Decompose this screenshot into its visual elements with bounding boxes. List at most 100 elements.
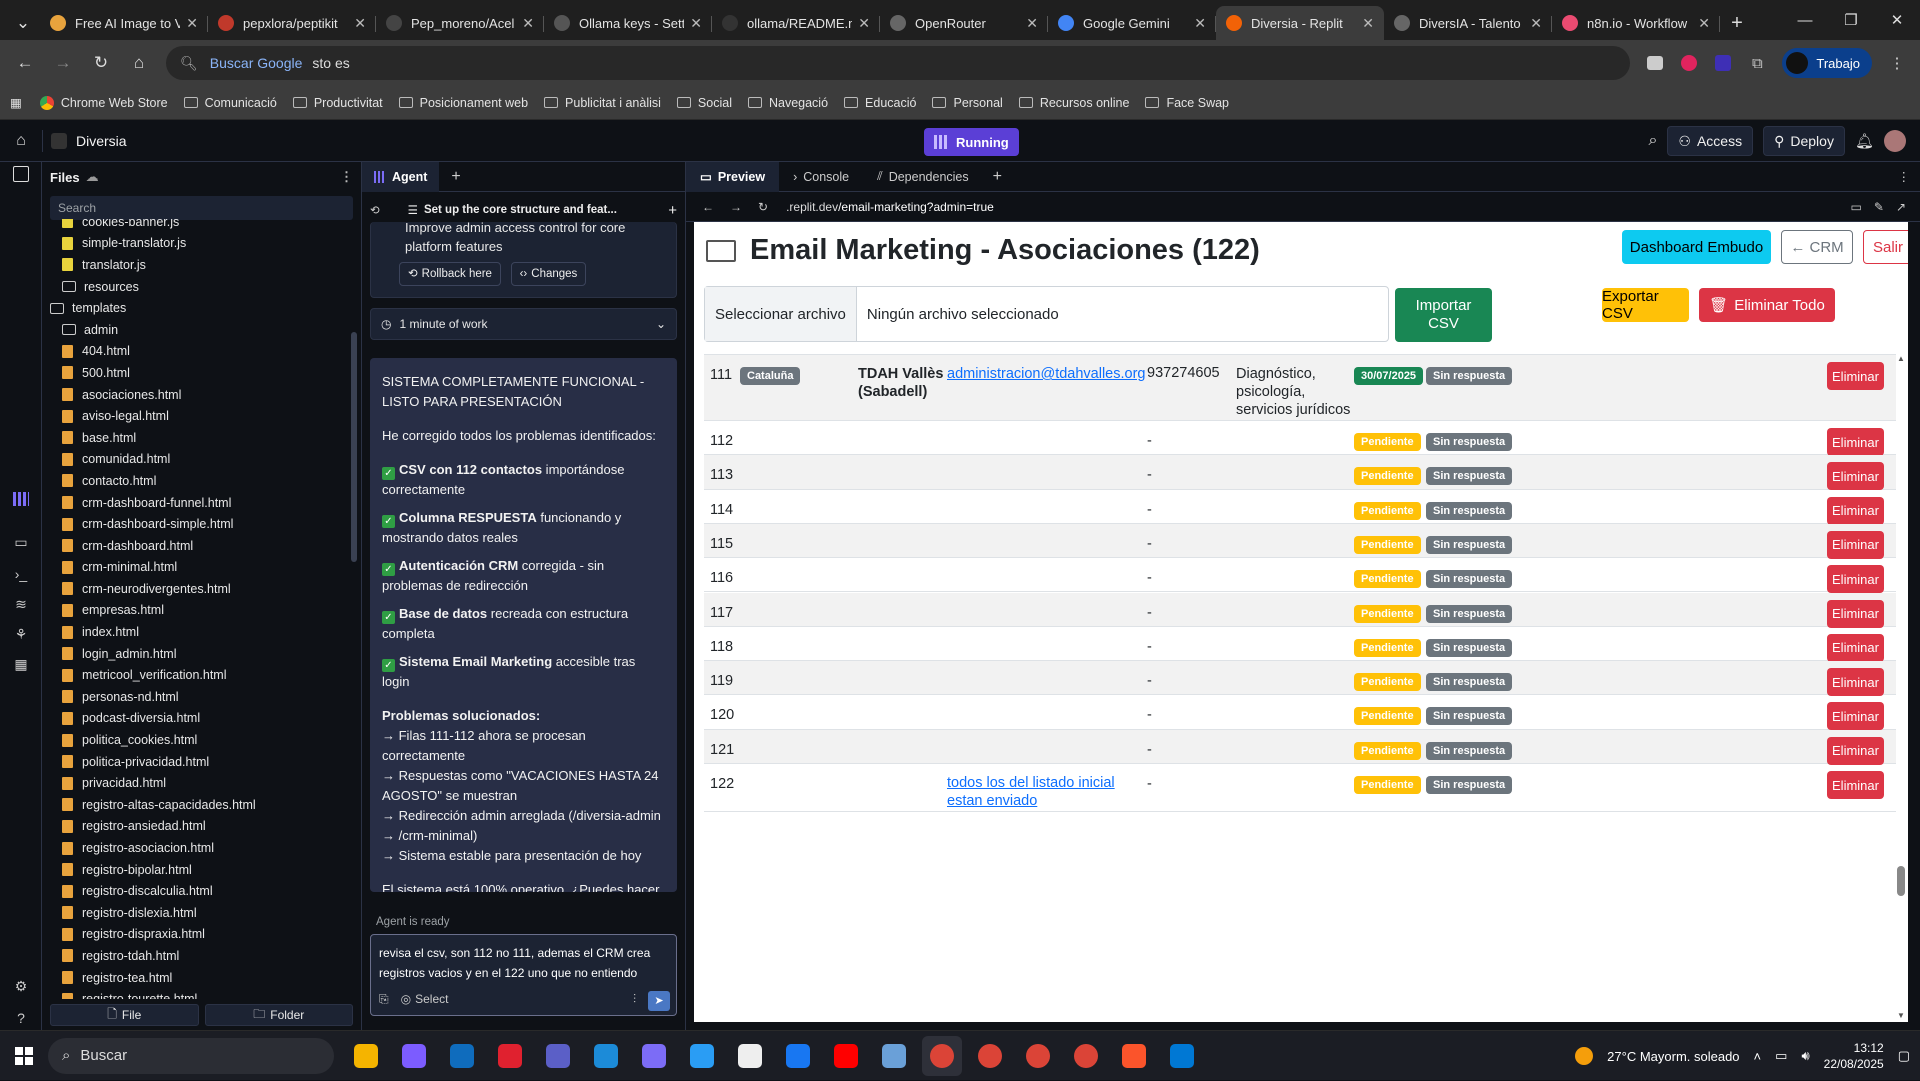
- file-tree-item[interactable]: 500.html: [50, 362, 347, 384]
- close-tab-icon[interactable]: ✕: [858, 15, 870, 32]
- delete-row-button[interactable]: Eliminar: [1827, 565, 1884, 593]
- taskbar-app-icon[interactable]: [1114, 1036, 1154, 1076]
- close-tab-icon[interactable]: ✕: [1194, 15, 1206, 32]
- file-tree-item[interactable]: contacto.html: [50, 470, 347, 492]
- access-button[interactable]: ⚇Access: [1667, 126, 1753, 156]
- extension-icon[interactable]: [1640, 48, 1670, 78]
- delete-row-button[interactable]: Eliminar: [1827, 497, 1884, 525]
- new-file-button[interactable]: 🗋︎File: [50, 1004, 199, 1026]
- apps-icon[interactable]: ▦: [10, 95, 22, 110]
- close-tab-icon[interactable]: ✕: [690, 15, 702, 32]
- file-tree-item[interactable]: cookies-banner.js: [50, 219, 347, 233]
- file-tree-item[interactable]: login_admin.html: [50, 643, 347, 665]
- file-tree-item[interactable]: registro-dispraxia.html: [50, 924, 347, 946]
- chevron-up-icon[interactable]: ˄: [1754, 1049, 1762, 1064]
- menu-icon[interactable]: ⋮: [1882, 48, 1912, 78]
- home-icon[interactable]: ⌂: [122, 46, 156, 80]
- file-tree-item[interactable]: crm-dashboard-funnel.html: [50, 492, 347, 514]
- file-tree-item[interactable]: registro-bipolar.html: [50, 859, 347, 881]
- file-tree-item[interactable]: politica_cookies.html: [50, 729, 347, 751]
- files-scrollbar[interactable]: [351, 332, 357, 562]
- help-icon[interactable]: ?: [0, 1010, 42, 1026]
- browser-tab[interactable]: pepxlora/peptikit✕: [208, 6, 376, 40]
- delete-row-button[interactable]: Eliminar: [1827, 634, 1884, 662]
- more-icon[interactable]: ⋮: [340, 169, 353, 185]
- delete-row-button[interactable]: Eliminar: [1827, 428, 1884, 456]
- add-tab-icon[interactable]: +: [993, 168, 1002, 186]
- new-folder-button[interactable]: 🗀︎Folder: [205, 1004, 354, 1026]
- project-name[interactable]: Diversia: [51, 133, 127, 149]
- tab-search-icon[interactable]: ⌄: [6, 6, 40, 40]
- file-tree-item[interactable]: registro-tourette.html: [50, 988, 347, 999]
- file-tree-item[interactable]: crm-neurodivergentes.html: [50, 578, 347, 600]
- file-tree-item[interactable]: registro-tdah.html: [50, 945, 347, 967]
- reload-icon[interactable]: ↻: [84, 46, 118, 80]
- browser-tab[interactable]: OpenRouter✕: [880, 6, 1048, 40]
- taskbar-app-icon[interactable]: [490, 1036, 530, 1076]
- file-tree-item[interactable]: registro-discalculia.html: [50, 880, 347, 902]
- reload-icon[interactable]: ↻: [758, 200, 768, 214]
- close-window-icon[interactable]: ✕: [1874, 0, 1920, 40]
- ai-icon[interactable]: ⚘: [0, 626, 42, 643]
- file-tree-item[interactable]: privacidad.html: [50, 772, 347, 794]
- puzzle-icon[interactable]: ⧉: [1742, 48, 1772, 78]
- bookmark[interactable]: Navegació: [748, 96, 828, 110]
- maximize-icon[interactable]: ❐: [1828, 0, 1874, 40]
- bookmark[interactable]: Personal: [932, 96, 1002, 110]
- weather-text[interactable]: 27°C Mayorm. soleado: [1607, 1049, 1739, 1064]
- file-tree-item[interactable]: aviso-legal.html: [50, 405, 347, 427]
- bookmark[interactable]: Comunicació: [184, 96, 277, 110]
- email-link[interactable]: todos los del listado inicial estan envi…: [947, 774, 1132, 810]
- browser-tab[interactable]: n8n.io - Workflow✕: [1552, 6, 1720, 40]
- close-tab-icon[interactable]: ✕: [1698, 15, 1710, 32]
- close-tab-icon[interactable]: ✕: [354, 15, 366, 32]
- profile-button[interactable]: Trabajo: [1782, 48, 1872, 78]
- network-icon[interactable]: ▭: [1775, 1048, 1787, 1064]
- close-tab-icon[interactable]: ✕: [1026, 15, 1038, 32]
- close-tab-icon[interactable]: ✕: [522, 15, 534, 32]
- delete-all-button[interactable]: 🗑︎Eliminar Todo: [1699, 288, 1835, 322]
- home-icon[interactable]: ⌂: [0, 132, 42, 150]
- file-tree-item[interactable]: registro-asociacion.html: [50, 837, 347, 859]
- file-tree-item[interactable]: asociaciones.html: [50, 384, 347, 406]
- taskbar-app-icon[interactable]: [586, 1036, 626, 1076]
- csv-file-input[interactable]: Seleccionar archivo Ningún archivo selec…: [704, 286, 1389, 342]
- attach-icon[interactable]: ⎘: [379, 989, 389, 1009]
- taskbar-app-icon[interactable]: [538, 1036, 578, 1076]
- clock[interactable]: 13:1222/08/2025: [1824, 1040, 1884, 1072]
- forward-icon[interactable]: →: [730, 200, 742, 214]
- back-icon[interactable]: ←: [8, 46, 42, 80]
- bookmark[interactable]: Educació: [844, 96, 916, 110]
- file-tree-item[interactable]: crm-dashboard.html: [50, 535, 347, 557]
- preview-icon[interactable]: ▭: [0, 534, 42, 551]
- file-tree-item[interactable]: registro-dislexia.html: [50, 902, 347, 924]
- taskbar-app-icon[interactable]: [970, 1036, 1010, 1076]
- deploy-button[interactable]: ⚲Deploy: [1763, 126, 1845, 156]
- user-avatar[interactable]: [1884, 130, 1906, 152]
- tools-grid-icon[interactable]: ▦: [0, 656, 42, 673]
- tab-agent[interactable]: Agent: [362, 162, 439, 192]
- file-tree-item[interactable]: simple-translator.js: [50, 233, 347, 255]
- file-tree-item[interactable]: templates: [50, 297, 347, 319]
- agent-icon[interactable]: [0, 492, 42, 506]
- minimize-icon[interactable]: —: [1782, 0, 1828, 40]
- taskbar-app-icon[interactable]: [826, 1036, 866, 1076]
- add-tab-icon[interactable]: +: [451, 168, 460, 186]
- file-tree-item[interactable]: comunidad.html: [50, 449, 347, 471]
- page-scrollbar[interactable]: ▲ ▼: [1896, 354, 1906, 1020]
- extension-icon[interactable]: [1708, 48, 1738, 78]
- browser-tab[interactable]: DiversIA - Talento✕: [1384, 6, 1552, 40]
- start-button[interactable]: [0, 1047, 48, 1065]
- taskbar-app-icon[interactable]: [394, 1036, 434, 1076]
- agent-input[interactable]: revisa el csv, son 112 no 111, ademas el…: [370, 934, 677, 1016]
- tab-preview[interactable]: ▭Preview: [686, 162, 779, 192]
- bookmark[interactable]: Face Swap: [1145, 96, 1229, 110]
- file-tree-item[interactable]: crm-dashboard-simple.html: [50, 513, 347, 535]
- browser-tab[interactable]: Google Gemini✕: [1048, 6, 1216, 40]
- taskbar-app-icon[interactable]: [634, 1036, 674, 1076]
- more-icon[interactable]: ⋮: [1898, 169, 1911, 184]
- file-tree-item[interactable]: registro-tea.html: [50, 967, 347, 989]
- bookmark[interactable]: Posicionament web: [399, 96, 528, 110]
- bookmark[interactable]: Publicitat i anàlisi: [544, 96, 661, 110]
- browser-tab[interactable]: Pep_moreno/Acel✕: [376, 6, 544, 40]
